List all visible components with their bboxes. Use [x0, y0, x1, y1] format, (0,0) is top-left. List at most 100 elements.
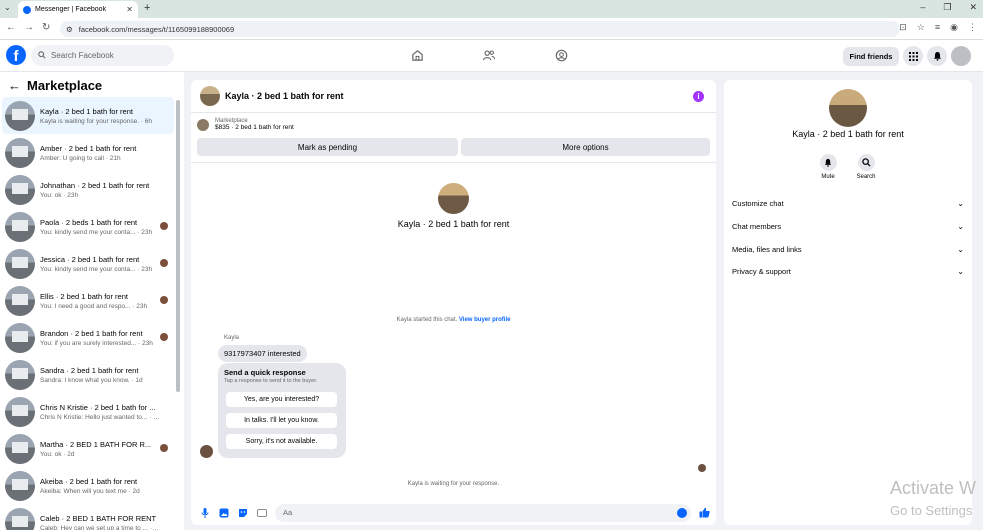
conversation-thumbnail	[5, 100, 35, 131]
chat-title[interactable]: Kayla · 2 bed 1 bath for rent	[225, 91, 344, 101]
gif-icon[interactable]	[256, 507, 267, 518]
site-info-icon[interactable]: ⚙	[66, 25, 73, 34]
photo-icon[interactable]	[218, 507, 229, 518]
system-message: Kayla started this chat. View buyer prof…	[191, 317, 716, 323]
chat-details-panel: Kayla · 2 bed 1 bath for rent Mute Searc…	[724, 80, 972, 525]
listing-thumbnail	[197, 118, 209, 131]
conversation-item[interactable]: Kayla · 2 bed 1 bath for rent Kayla is wa…	[2, 97, 174, 134]
marketplace-sidebar: ← Marketplace Kayla · 2 bed 1 bath for r…	[0, 72, 184, 530]
listing-summary[interactable]: Marketplace $835 · 2 bed 1 bath for rent	[197, 118, 294, 131]
mark-as-pending-button[interactable]: Mark as pending	[197, 138, 458, 156]
quick-response-card: Send a quick response Tap a response to …	[218, 363, 346, 458]
conversation-name: Johnathan · 2 bed 1 bath for rent	[40, 180, 150, 190]
browser-tab[interactable]: Messenger | Facebook ✕	[18, 1, 138, 18]
chevron-down-icon: ⌄	[957, 244, 964, 254]
conversation-item[interactable]: Chris N Kristie · 2 bed 1 bath for ... Ch…	[2, 393, 174, 430]
browser-tabbar: ⌄ Messenger | Facebook ✕ + – ❐ ✕	[0, 0, 983, 18]
activation-watermark-title: Activate W	[890, 478, 977, 498]
conversation-item[interactable]: Jessica · 2 bed 1 bath for rent You: kind…	[2, 245, 174, 282]
seen-avatar	[160, 444, 168, 452]
conversation-text: Chris N Kristie · 2 bed 1 bath for ... Ch…	[40, 403, 160, 421]
reload-icon[interactable]: ↻	[42, 22, 50, 33]
thumbs-up-icon[interactable]	[699, 507, 710, 518]
microphone-icon[interactable]	[199, 507, 210, 518]
emoji-icon[interactable]	[677, 507, 687, 518]
privacy-support-section[interactable]: Privacy & support ⌄	[732, 262, 964, 280]
profile-icon[interactable]: ◉	[950, 22, 958, 33]
url-field[interactable]: ⚙ facebook.com/messages/t/11650991889000…	[60, 21, 900, 37]
quick-reply-button[interactable]: Yes, are you interested?	[226, 392, 337, 407]
back-arrow-icon[interactable]: ←	[8, 78, 21, 93]
install-app-icon[interactable]: ⊡	[899, 22, 907, 33]
conversation-name: Jessica · 2 bed 1 bath for rent	[40, 254, 140, 264]
customize-chat-section[interactable]: Customize chat ⌄	[732, 194, 964, 212]
section-label: Privacy & support	[732, 266, 791, 276]
section-label: Media, files and links	[732, 244, 802, 254]
quick-reply-button[interactable]: In talks. I'll let you know.	[226, 413, 337, 428]
conversation-preview: Kayla is waiting for your response. · 6h	[40, 117, 152, 125]
facebook-favicon-icon	[23, 5, 31, 14]
conversation-item[interactable]: Johnathan · 2 bed 1 bath for rent You: ok…	[2, 171, 174, 208]
conversation-name: Ellis · 2 bed 1 bath for rent	[40, 291, 128, 301]
conversation-preview: You: ok · 2d	[40, 450, 75, 458]
quick-reply-button[interactable]: Sorry, it's not available.	[226, 434, 337, 449]
chat-panel: Kayla · 2 bed 1 bath for rent i Marketpl…	[191, 80, 716, 525]
close-window-icon[interactable]: ✕	[969, 2, 977, 13]
browser-menu-icon[interactable]: ⋮	[968, 22, 977, 33]
listing-avatar[interactable]	[200, 86, 220, 106]
media-files-section[interactable]: Media, files and links ⌄	[732, 240, 964, 258]
conversation-name: Kayla · 2 bed 1 bath for rent	[40, 106, 133, 116]
account-avatar[interactable]	[951, 46, 971, 66]
conversation-item[interactable]: Sandra · 2 bed 1 bath for rent Sandra: I …	[2, 356, 174, 393]
new-tab-icon[interactable]: +	[144, 2, 150, 14]
view-buyer-profile-link[interactable]: View buyer profile	[459, 317, 511, 323]
groups-icon[interactable]	[554, 48, 568, 62]
chat-members-section[interactable]: Chat members ⌄	[732, 217, 964, 235]
conversation-thumbnail	[5, 396, 35, 427]
facebook-header: f Search Facebook Find friends	[0, 40, 983, 72]
conversation-name: Amber · 2 bed 1 bath for rent	[40, 143, 137, 153]
back-icon[interactable]: ←	[6, 22, 16, 33]
find-friends-button[interactable]: Find friends	[843, 47, 899, 66]
conversation-avatar	[438, 183, 469, 214]
conversation-item[interactable]: Brandon · 2 bed 1 bath for rent You: if y…	[2, 319, 174, 356]
menu-grid-icon[interactable]	[903, 46, 923, 66]
conversation-item[interactable]: Paola · 2 beds 1 bath for rent You: kindl…	[2, 208, 174, 245]
sticker-icon[interactable]	[237, 507, 248, 518]
bookmark-star-icon[interactable]: ☆	[917, 22, 925, 33]
info-icon[interactable]: i	[693, 91, 704, 102]
mute-button[interactable]: Mute	[808, 154, 848, 180]
restore-icon[interactable]: ❐	[943, 2, 951, 13]
section-label: Customize chat	[732, 198, 784, 208]
sender-name: Kayla	[224, 335, 240, 341]
home-icon[interactable]	[410, 48, 424, 62]
conversation-item[interactable]: Akeiba · 2 bed 1 bath for rent Akeiba: Wh…	[2, 467, 174, 504]
forward-icon[interactable]: →	[24, 22, 34, 33]
seen-avatar	[160, 333, 168, 341]
read-receipt-avatar	[698, 464, 706, 472]
conversation-text: Akeiba · 2 bed 1 bath for rent Akeiba: Wh…	[40, 477, 160, 495]
conversation-item[interactable]: Amber · 2 bed 1 bath for rent Amber: U go…	[2, 134, 174, 171]
facebook-logo-icon[interactable]: f	[6, 45, 26, 65]
search-input[interactable]: Search Facebook	[31, 45, 174, 66]
minimize-icon[interactable]: –	[920, 2, 925, 13]
message-placeholder: Aa	[283, 508, 293, 517]
message-input[interactable]: Aa	[275, 503, 691, 522]
tab-title: Messenger | Facebook	[35, 6, 107, 13]
conversation-name: Martha · 2 BED 1 BATH FOR R...	[40, 439, 152, 449]
close-tab-icon[interactable]: ✕	[126, 5, 133, 14]
sidebar-scrollbar[interactable]	[176, 100, 180, 392]
search-conversation-button[interactable]: Search	[846, 154, 886, 180]
notifications-bell-icon[interactable]	[927, 46, 947, 66]
friends-icon[interactable]	[482, 48, 496, 62]
message-bubble: 9317973407 interested	[218, 345, 307, 362]
conversation-preview: Sandra: I know what you know. · 1d	[40, 376, 143, 384]
more-options-button[interactable]: More options	[461, 138, 710, 156]
conversation-item[interactable]: Caleb · 2 BED 1 BATH FOR RENT Caleb: Hey …	[2, 504, 174, 530]
media-icon[interactable]: ≡	[935, 22, 940, 33]
conversation-item[interactable]: Martha · 2 BED 1 BATH FOR R... You: ok · …	[2, 430, 174, 467]
search-icon	[38, 50, 46, 61]
conversation-item[interactable]: Ellis · 2 bed 1 bath for rent You: I need…	[2, 282, 174, 319]
tab-list-icon[interactable]: ⌄	[4, 3, 11, 12]
conversation-preview: Amber: U going to call · 21h	[40, 154, 121, 162]
